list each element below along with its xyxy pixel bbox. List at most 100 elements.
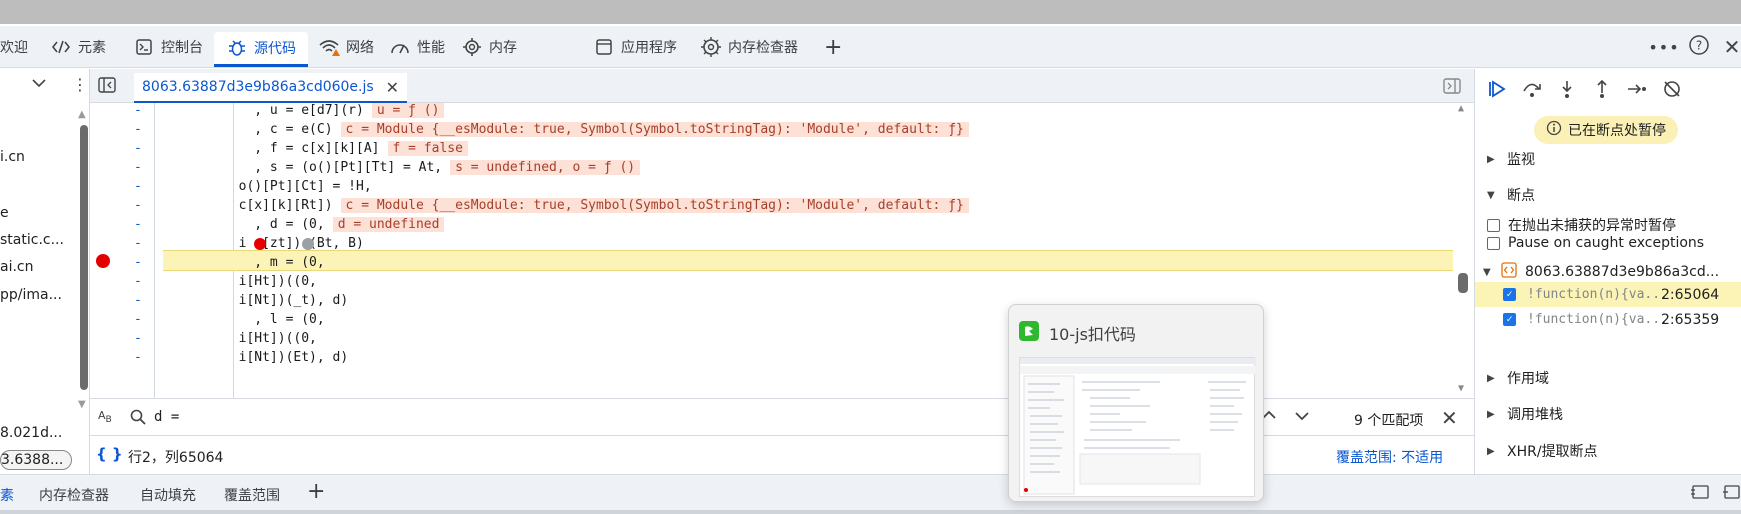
scroll-down-arrow-icon[interactable]: ▼ [1458,383,1464,394]
tab-memory-inspector[interactable]: 内存检查器 [700,33,798,61]
line-marker: - [134,122,142,137]
breakpoint-file-row[interactable]: ▼ 8063.63887d3e9b86a3cd... [1483,262,1719,282]
dock-icon[interactable] [1690,484,1710,504]
code-text: , m = (0, [176,255,325,270]
navigator-item-selected[interactable]: 3.6388... [0,450,73,470]
add-tab-button[interactable]: + [824,33,842,61]
tab-performance[interactable]: 性能 [389,33,445,61]
match-case-icon[interactable]: AB [98,409,112,425]
drawer-tab-memory-inspector[interactable]: 内存检查器 [39,485,109,505]
scroll-up-arrow-icon[interactable]: ▲ [78,109,86,120]
editor-scroll-thumb[interactable] [1458,273,1468,293]
line-marker: - [134,255,142,270]
section-watch[interactable]: ▶ 监视 [1487,149,1535,169]
chevron-down-icon[interactable] [32,77,46,92]
breakpoint-checkbox[interactable]: ✓ [1503,313,1516,326]
breakpoint-item[interactable]: ✓ !function(n){va... 2:65359 [1475,307,1741,332]
deactivate-breakpoints-icon[interactable] [1660,77,1684,101]
scroll-up-arrow-icon[interactable]: ▲ [1458,103,1464,114]
debugger-toolbar [1475,69,1741,109]
section-scope[interactable]: ▶ 作用域 [1487,368,1549,388]
navigator-item[interactable]: 8.021d... [0,425,62,441]
pause-caught-option[interactable]: Pause on caught exceptions [1487,235,1704,251]
code-line[interactable]: - o()[Pt][Ct] = !H, [90,176,1474,197]
tab-elements[interactable]: 元素 [50,33,106,61]
add-drawer-tab-button[interactable]: + [307,479,325,504]
drawer-tab-coverage[interactable]: 覆盖范围 [224,485,280,505]
coverage-status[interactable]: 覆盖范围: 不适用 [1336,447,1443,467]
checkbox-checked[interactable]: ✓ [1503,313,1516,326]
plus-icon: + [307,479,326,504]
code-line[interactable]: - , l = (0, [90,309,1474,330]
window-bottom-strip [0,510,1741,514]
step-out-icon[interactable] [1590,77,1614,101]
section-xhr-breakpoints[interactable]: ▶ XHR/提取断点 [1487,441,1598,461]
taskbar-preview-popup[interactable]: 10-js扣代码 [1008,304,1264,502]
code-line[interactable]: - i[Ht])((0, [90,271,1474,292]
toggle-debugger-icon[interactable] [1443,78,1461,98]
tab-network[interactable]: 网络 [318,33,374,61]
window-thumbnail[interactable] [1019,357,1256,497]
code-line[interactable]: - c[x][k][Rt]) c = Module {__esModule: tr… [90,195,1474,216]
navigator-item[interactable]: static.c... [0,232,64,248]
step-into-icon[interactable] [1555,77,1579,101]
line-marker: - [134,236,142,251]
editor-scrollbar[interactable]: ▲ ▼ [1456,103,1470,398]
code-line[interactable]: - , m = (0, [90,252,1474,273]
breakpoint-item-active[interactable]: ✓ !function(n){va... 2:65064 [1475,282,1741,307]
drawer-tab-autofill[interactable]: 自动填充 [140,485,196,505]
navigator-item[interactable]: e [0,205,9,221]
code-line-current[interactable]: - i [zt]) (Bt, B) [90,233,1474,254]
navigator-scrollbar[interactable] [80,125,88,390]
section-call-stack[interactable]: ▶ 调用堆栈 [1487,404,1563,424]
drawer-tab-elements[interactable]: 素 [0,485,14,505]
tab-console[interactable]: 控制台 [133,33,203,61]
search-match-count: 9 个匹配项 [1354,413,1424,429]
file-tab[interactable]: 8063.63887d3e9b86a3cd060e.js ✕ [134,73,408,103]
code-line[interactable]: - i[Nt])(_t), d) [90,290,1474,311]
code-text: , c = e(C) [176,122,333,137]
code-line[interactable]: - i[Nt])(Et), d) [90,347,1474,368]
code-line[interactable]: - , s = (o()[Pt][Tt] = At, s = undefined,… [90,157,1474,178]
close-devtools-button[interactable]: ✕ [1718,33,1741,61]
tab-welcome[interactable]: 欢迎 [0,33,28,61]
dock-side-icon[interactable] [1722,484,1740,504]
scroll-down-arrow-icon[interactable]: ▼ [78,399,86,410]
close-search-icon[interactable]: ✕ [1441,406,1458,430]
step-over-icon[interactable] [1520,77,1544,101]
pause-uncaught-option[interactable]: 在抛出未捕获的异常时暂停 [1487,215,1676,235]
tab-memory[interactable]: 内存 [461,33,517,61]
inline-breakpoint-icon[interactable] [254,238,266,250]
step-icon[interactable] [1625,77,1649,101]
toggle-navigator-icon[interactable] [98,77,116,97]
navigator-item[interactable]: i.cn [0,149,25,165]
close-icon[interactable]: ✕ [386,78,399,97]
app-window-icon [593,36,615,58]
popup-title: 10-js扣代码 [1049,325,1136,344]
code-line[interactable]: - i[Ht])((0, [90,328,1474,349]
checkbox[interactable] [1487,218,1500,232]
section-breakpoints[interactable]: ▼ 断点 [1487,185,1535,205]
checkbox-checked[interactable]: ✓ [1503,288,1516,301]
navigator-item[interactable]: pp/ima... [0,287,62,303]
tab-application[interactable]: 应用程序 [593,33,677,61]
tab-sources[interactable]: 源代码 [214,32,308,67]
code-text: i[Ht])((0, [176,331,317,346]
chevron-down-icon[interactable] [1294,410,1310,426]
tab-label: 应用程序 [621,40,677,56]
more-vertical-icon[interactable]: ⋮ [72,75,88,94]
code-line[interactable]: - , f = c[x][k][A] f = false [90,138,1474,159]
search-input[interactable]: d = [154,409,179,425]
checkbox[interactable] [1487,236,1500,250]
inline-breakpoint-inactive-icon[interactable] [302,238,314,250]
resume-icon[interactable] [1485,77,1509,101]
navigator-item[interactable]: ai.cn [0,259,34,275]
pretty-print-icon[interactable]: { } [96,445,123,463]
code-editor[interactable]: - , u = e[d7](r) u = ƒ () - , c = e(C) c =… [90,103,1474,398]
code-line[interactable]: - , c = e(C) c = Module {__esModule: true… [90,119,1474,140]
paused-label: 已在断点处暂停 [1568,123,1666,139]
code-line[interactable]: - , d = (0, d = undefined [90,214,1474,235]
more-options-button[interactable]: ••• [1648,33,1678,61]
help-button[interactable]: ? [1685,33,1713,61]
breakpoint-checkbox[interactable]: ✓ [1503,288,1516,301]
